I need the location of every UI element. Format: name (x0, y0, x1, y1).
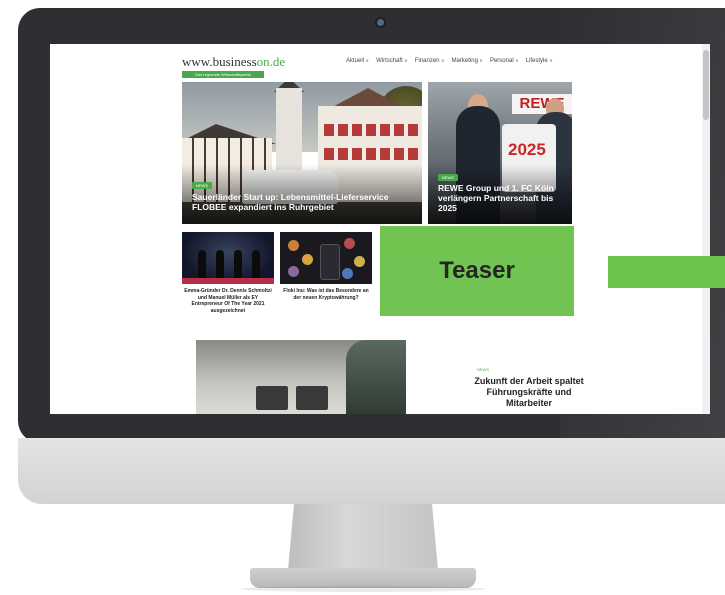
category-badge[interactable]: NEWS (438, 174, 458, 181)
featured-headline[interactable]: Sauerländer Start up: Lebensmittel-Liefe… (192, 192, 412, 212)
photo-shutters (324, 148, 418, 160)
monitor-stand (288, 504, 438, 570)
photo-laptop (256, 386, 288, 410)
logo-tagline: Das regionale Wirtschaftsportal (182, 71, 264, 78)
scrollbar-thumb[interactable] (703, 50, 709, 120)
site-logo[interactable]: www.businesson.de Das regionale Wirtscha… (182, 54, 285, 78)
photo-stage-floor (182, 278, 274, 284)
article-image[interactable] (196, 340, 406, 414)
page-scrollbar[interactable] (702, 44, 710, 414)
photo-person (216, 250, 224, 280)
teaser-label-box: Teaser (380, 226, 574, 316)
small-article-card[interactable]: Floki Inu: Was ist das Besondere an der … (280, 232, 372, 301)
photo-coin (344, 238, 355, 249)
small-article-card[interactable]: Emma-Gründer Dr. Dennis Schmoltzi und Ma… (182, 232, 274, 314)
photo-coin (354, 256, 365, 267)
logo-text: www.businesson.de (182, 54, 286, 69)
featured-article-side[interactable]: REWE 2025 NEWS REWE Group und 1. FC Köln… (428, 82, 572, 224)
monitor-stand-base (250, 568, 476, 588)
photo-jersey-number: 2025 (508, 140, 546, 159)
nav-item-marketing[interactable]: Marketing (452, 58, 483, 64)
photo-coin (288, 240, 299, 251)
category-badge[interactable]: NEWS (477, 367, 489, 372)
photo-person (234, 250, 242, 280)
photo-coin (288, 266, 299, 277)
photo-person (198, 250, 206, 280)
small-article-caption[interactable]: Emma-Gründer Dr. Dennis Schmoltzi und Ma… (182, 288, 274, 314)
stand-shadow (240, 586, 486, 592)
small-article-image (182, 232, 274, 284)
nav-item-personal[interactable]: Personal (490, 58, 519, 64)
article-headline[interactable]: Zukunft der Arbeit spaltet Führungskräft… (474, 376, 584, 409)
nav-item-aktuell[interactable]: Aktuell (346, 58, 369, 64)
featured-article-main[interactable]: NEWS Sauerländer Start up: Lebensmittel-… (182, 82, 422, 224)
photo-person (252, 250, 260, 280)
photo-stage (182, 232, 274, 284)
photo-coin (302, 254, 313, 265)
photo-person (346, 340, 406, 414)
photo-shutters (324, 124, 418, 136)
photo-coin (342, 268, 353, 279)
category-badge[interactable]: NEWS (192, 182, 212, 189)
nav-item-wirtschaft[interactable]: Wirtschaft (376, 58, 408, 64)
teaser-label: Teaser (439, 257, 515, 284)
nav-item-finanzen[interactable]: Finanzen (415, 58, 445, 64)
teaser-pointer-bar (608, 256, 725, 288)
monitor-chin (18, 438, 725, 504)
photo-laptop (296, 386, 328, 410)
nav-item-lifestyle[interactable]: Lifestyle (526, 58, 553, 64)
small-article-image (280, 232, 372, 284)
small-article-caption[interactable]: Floki Inu: Was ist das Besondere an der … (280, 288, 372, 301)
photo-smartphone (320, 244, 340, 280)
main-navigation: Aktuell Wirtschaft Finanzen Marketing Pe… (346, 58, 553, 64)
webcam-icon (377, 19, 384, 26)
featured-side-headline[interactable]: REWE Group und 1. FC Köln verlängern Par… (438, 183, 566, 213)
